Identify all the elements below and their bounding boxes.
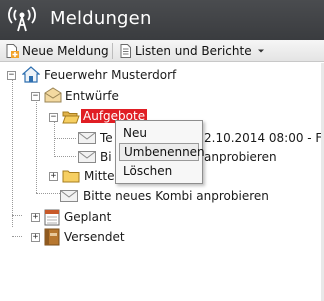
- tree-node-root[interactable]: − Feuerwehr Musterdorf: [0, 65, 320, 85]
- toolbar: Neue Meldung Listen und Berichte: [0, 40, 324, 62]
- tree-node-label: Bi: [100, 150, 112, 164]
- tree-node-label: Versendet: [64, 230, 125, 244]
- folder-icon: [62, 170, 80, 183]
- new-document-icon: [6, 44, 19, 58]
- tree-node-label: Geplant: [64, 210, 112, 224]
- document-icon: [120, 44, 131, 58]
- open-folder-icon: [62, 111, 80, 124]
- lists-reports-label: Listen und Berichte: [135, 44, 252, 58]
- tree-node-label: Te: [100, 131, 113, 145]
- tree-node-planned[interactable]: + Geplant: [0, 207, 320, 227]
- tree-node-drafts[interactable]: − Entwürfe: [0, 86, 320, 106]
- context-menu-delete[interactable]: Löschen: [119, 163, 199, 181]
- house-icon: [22, 66, 40, 83]
- collapse-toggle[interactable]: −: [49, 113, 58, 122]
- expand-toggle[interactable]: +: [31, 213, 40, 222]
- context-menu: Neu Umbenennen Löschen: [115, 120, 205, 184]
- envelope-icon: [78, 132, 96, 144]
- archive-icon: [44, 228, 60, 246]
- toolbar-separator: [112, 43, 113, 59]
- tree-node-label-suffix: anprobieren: [204, 150, 277, 164]
- tree-node-label-suffix: 2.10.2014 08:00 - F: [204, 131, 323, 145]
- chevron-down-icon: [257, 49, 264, 53]
- calendar-icon: [44, 209, 60, 226]
- envelope-icon: [60, 190, 78, 202]
- collapse-toggle[interactable]: −: [7, 71, 16, 80]
- app-header: Meldungen: [0, 0, 324, 40]
- tree-node-draft-item[interactable]: Bitte neues Kombi anprobieren: [0, 186, 320, 206]
- expand-toggle[interactable]: +: [49, 172, 58, 181]
- lists-reports-button[interactable]: Listen und Berichte: [120, 42, 269, 60]
- new-message-button[interactable]: Neue Meldung: [6, 42, 109, 60]
- context-menu-new[interactable]: Neu: [119, 125, 199, 143]
- page-title: Meldungen: [50, 8, 152, 29]
- envelope-icon: [78, 151, 96, 163]
- context-menu-rename[interactable]: Umbenennen: [119, 143, 205, 161]
- collapse-toggle[interactable]: −: [31, 92, 40, 101]
- tree-node-label: Bitte neues Kombi anprobieren: [83, 189, 269, 203]
- open-envelope-icon: [44, 87, 62, 103]
- tree-node-label: Entwürfe: [65, 89, 119, 103]
- expand-toggle[interactable]: +: [31, 233, 40, 242]
- new-message-label: Neue Meldung: [22, 44, 109, 58]
- antenna-icon: [8, 7, 36, 32]
- tree-node-label: Feuerwehr Musterdorf: [44, 68, 177, 82]
- tree-node-sent[interactable]: + Versendet: [0, 227, 320, 247]
